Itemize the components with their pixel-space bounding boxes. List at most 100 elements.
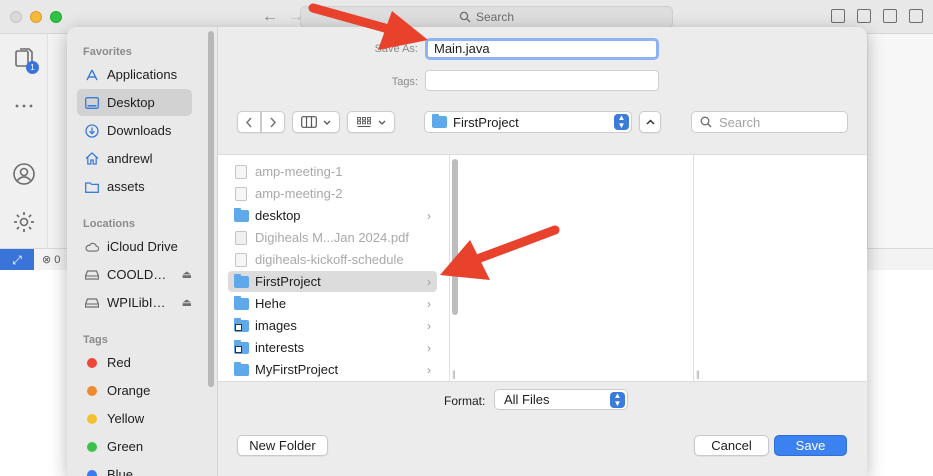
toggle-primary-sidebar-icon[interactable] <box>831 9 845 23</box>
tag-color-dot <box>87 413 97 424</box>
locations-header: Locations <box>83 218 135 230</box>
back-button[interactable] <box>237 111 261 133</box>
file-item-firstproject[interactable]: FirstProject › <box>228 271 437 292</box>
eject-icon[interactable]: ⏏ <box>182 296 192 309</box>
settings-gear-icon[interactable] <box>12 210 36 234</box>
eject-icon[interactable]: ⏏ <box>182 268 192 281</box>
file-item-hehe[interactable]: Hehe › <box>228 293 437 314</box>
save-button[interactable]: Save <box>774 435 847 456</box>
save-dialog-main: Save As: Main.java Tags: FirstProject ▲ <box>218 27 867 476</box>
grid-group-icon <box>356 116 371 127</box>
file-item-digiheals-pdf[interactable]: Digiheals M...Jan 2024.pdf <box>228 227 437 248</box>
remote-indicator-button[interactable]: ⤢ <box>0 249 34 271</box>
sidebar-item-desktop[interactable]: Desktop <box>77 89 192 116</box>
search-placeholder: Search <box>719 114 761 130</box>
save-dialog-sidebar: Favorites Applications Desktop Downloads… <box>67 27 218 476</box>
file-item-digiheals-kickoff-schedule[interactable]: digiheals-kickoff-schedule <box>228 249 437 270</box>
save-as-label: Save As: <box>374 43 418 55</box>
save-dialog: Favorites Applications Desktop Downloads… <box>67 27 867 476</box>
chevron-up-icon <box>645 119 655 125</box>
sidebar-item-applications[interactable]: Applications <box>77 61 192 88</box>
chevron-right-icon: › <box>427 362 431 377</box>
folder-icon <box>85 180 99 194</box>
sidebar-item-label: Applications <box>107 67 178 82</box>
folder-icon <box>234 207 249 222</box>
sidebar-item-home[interactable]: andrewl <box>77 145 192 172</box>
desktop-icon <box>85 96 99 110</box>
file-item-amp-meeting-2[interactable]: amp-meeting-2 <box>228 183 437 204</box>
file-item-interests[interactable]: interests › <box>228 337 437 358</box>
file-column-1: amp-meeting-1 amp-meeting-2 desktop › Di… <box>218 155 450 381</box>
location-dropdown[interactable]: FirstProject ▲ ▼ <box>424 111 632 133</box>
chevron-right-icon: › <box>427 296 431 311</box>
format-dropdown[interactable]: All Files ▲ ▼ <box>494 389 628 410</box>
updown-chevron-icon: ▲ ▼ <box>610 392 625 408</box>
file-item-myfirstproject[interactable]: MyFirstProject › <box>228 359 437 380</box>
folder-icon <box>234 273 249 288</box>
chevron-right-icon: › <box>427 208 431 223</box>
toggle-panel-icon[interactable] <box>857 9 871 23</box>
sidebar-item-label: WPILibI… <box>107 295 166 310</box>
folder-icon <box>234 295 249 310</box>
sidebar-tag-green[interactable]: Green <box>77 433 192 460</box>
favorites-header: Favorites <box>83 46 132 58</box>
tags-input[interactable] <box>425 70 659 91</box>
command-center-search[interactable]: Search <box>300 6 673 28</box>
problems-indicator[interactable]: ⊗ 0 <box>42 253 60 266</box>
toggle-secondary-sidebar-icon[interactable] <box>883 9 897 23</box>
column-resize-handle[interactable]: || <box>452 369 456 379</box>
group-by-button[interactable] <box>347 111 395 133</box>
document-icon <box>235 164 247 179</box>
sidebar-item-label: Yellow <box>107 411 145 426</box>
chevron-down-icon <box>323 120 331 125</box>
sidebar-tag-red[interactable]: Red <box>77 349 192 376</box>
customize-layout-icon[interactable] <box>909 9 923 23</box>
minimize-window-button[interactable] <box>30 11 42 23</box>
column-scrollbar[interactable] <box>452 159 458 315</box>
back-arrow-icon[interactable]: ← <box>262 8 278 26</box>
chevron-right-icon: › <box>427 340 431 355</box>
column-resize-handle[interactable]: || <box>696 369 700 379</box>
file-item-label: FirstProject <box>255 274 321 289</box>
sidebar-tag-orange[interactable]: Orange <box>77 377 192 404</box>
downloads-icon <box>85 123 99 138</box>
file-item-amp-meeting-1[interactable]: amp-meeting-1 <box>228 161 437 182</box>
disk-icon <box>85 296 99 310</box>
search-field[interactable]: Search <box>691 111 848 133</box>
sidebar-item-assets[interactable]: assets <box>77 173 192 200</box>
maximize-window-button[interactable] <box>50 11 62 23</box>
sidebar-item-label: Red <box>107 355 131 370</box>
account-icon[interactable] <box>12 162 36 186</box>
save-as-input[interactable]: Main.java <box>425 38 659 60</box>
sidebar-item-coold-drive[interactable]: COOLD… ⏏ <box>77 261 192 288</box>
file-item-desktop[interactable]: desktop › <box>228 205 437 226</box>
collapse-dialog-button[interactable] <box>639 111 661 133</box>
close-window-button[interactable] <box>10 11 22 23</box>
command-center-search-label: Search <box>475 10 515 24</box>
column-view-icon <box>301 116 317 128</box>
layout-controls <box>831 9 923 23</box>
folder-icon <box>432 114 447 128</box>
file-item-label: images <box>255 318 297 333</box>
file-item-label: Digiheals M...Jan 2024.pdf <box>255 230 409 245</box>
file-item-images[interactable]: images › <box>228 315 437 336</box>
view-mode-button[interactable] <box>292 111 340 133</box>
more-dots-icon[interactable] <box>12 94 36 118</box>
sidebar-item-downloads[interactable]: Downloads <box>77 117 192 144</box>
sidebar-item-label: COOLD… <box>107 267 167 282</box>
forward-button[interactable] <box>261 111 285 133</box>
sidebar-tag-yellow[interactable]: Yellow <box>77 405 192 432</box>
cancel-button[interactable]: Cancel <box>694 435 769 456</box>
sidebar-item-wpilib-drive[interactable]: WPILibI… ⏏ <box>77 289 192 316</box>
sidebar-item-icloud-drive[interactable]: iCloud Drive <box>77 233 192 260</box>
sidebar-item-label: Desktop <box>107 95 155 110</box>
file-item-label: desktop <box>255 208 301 223</box>
new-folder-button[interactable]: New Folder <box>237 435 328 456</box>
sidebar-tag-blue[interactable]: Blue <box>77 461 192 476</box>
format-label: Format: <box>444 394 486 408</box>
sidebar-scrollbar[interactable] <box>208 31 214 387</box>
sidebar-item-label: assets <box>107 179 145 194</box>
tag-color-dot <box>87 469 97 476</box>
sidebar-item-label: Downloads <box>107 123 172 138</box>
file-item-label: interests <box>255 340 305 355</box>
